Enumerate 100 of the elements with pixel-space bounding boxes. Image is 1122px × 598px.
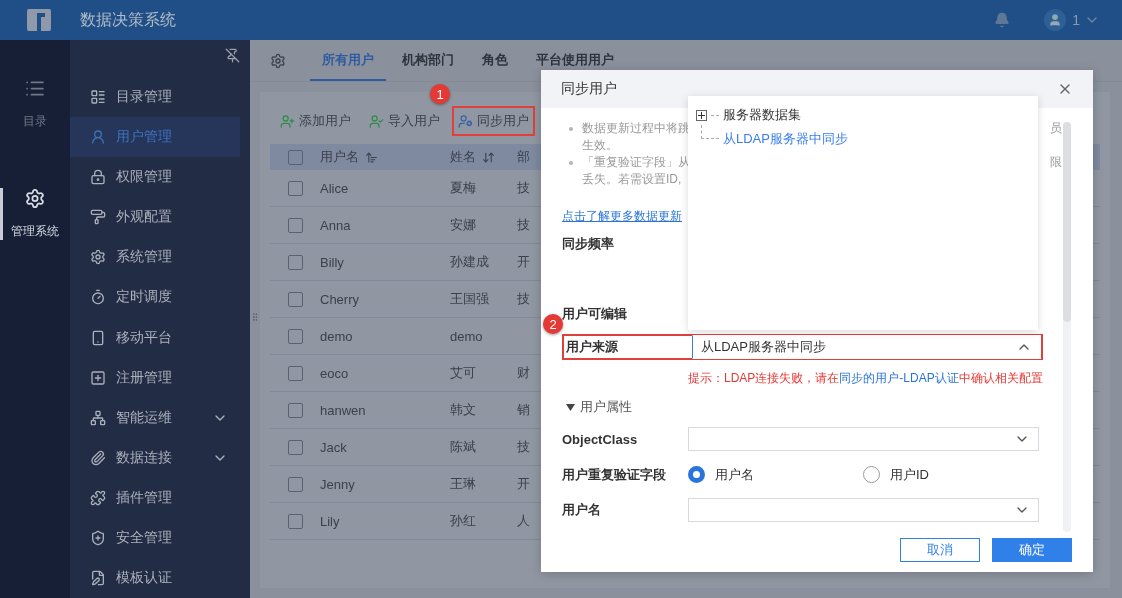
sidebar-item[interactable]: 目录管理	[70, 77, 240, 118]
scrollbar[interactable]	[1063, 122, 1071, 532]
note-text: 限	[1050, 154, 1062, 171]
select-field[interactable]: 从LDAP服务器中同步	[692, 335, 1041, 359]
radio-label: 用户名	[715, 465, 754, 484]
radio-button[interactable]	[863, 466, 880, 483]
list-icon	[90, 89, 106, 106]
square-plus-icon	[90, 369, 106, 386]
table-cell-text: 艾可	[450, 364, 477, 382]
table-cell-text: 开	[517, 253, 531, 271]
caret-down-icon[interactable]	[566, 403, 575, 411]
hint-link[interactable]: 同步的用户-LDAP认证	[839, 370, 959, 385]
field-label: 用户重复验证字段	[562, 465, 667, 484]
table-cell-text: 韩文	[450, 401, 477, 419]
checkbox[interactable]	[287, 217, 303, 233]
table-cell-text: 技	[517, 216, 531, 234]
sidebar-item[interactable]: 定时调度	[70, 277, 240, 318]
drag-handle-icon[interactable]	[250, 312, 260, 322]
table-cell-text: eoco	[320, 365, 350, 381]
sidebar-item[interactable]: 数据连接	[70, 437, 240, 478]
tree-item[interactable]: 服务器数据集	[696, 103, 1030, 127]
field-label: ObjectClass	[562, 431, 639, 447]
gear-icon	[90, 249, 106, 266]
file-pen-icon	[90, 569, 106, 586]
toolbar-button[interactable]: 同步用户	[452, 106, 535, 136]
table-cell-text: 人	[517, 512, 531, 530]
sidebar-item[interactable]: 插件管理	[70, 477, 240, 518]
plus-box-icon[interactable]	[696, 109, 707, 121]
column-header[interactable]: 姓名	[450, 148, 476, 166]
step-badge: 1	[430, 84, 450, 104]
user-gear-icon	[458, 113, 473, 129]
checkbox[interactable]	[287, 328, 303, 344]
bullet	[569, 126, 573, 131]
radio-button[interactable]	[688, 466, 705, 483]
table-cell-text: 安娜	[450, 216, 477, 234]
table-cell-text: Lily	[320, 513, 341, 529]
sidebar-item[interactable]: 外观配置	[70, 197, 240, 238]
puzzle-icon	[90, 489, 106, 506]
sort-icon[interactable]	[482, 150, 495, 164]
checkbox[interactable]	[287, 513, 303, 529]
sidebar-item[interactable]: 移动平台	[70, 317, 240, 358]
tree-item[interactable]: 从LDAP服务器中同步	[696, 127, 1030, 151]
checkbox[interactable]	[287, 402, 303, 418]
checkbox[interactable]	[287, 149, 303, 165]
select-field[interactable]	[688, 427, 1039, 451]
app-title: 数据决策系统	[80, 9, 177, 30]
tab[interactable]: 角色	[470, 40, 520, 81]
shield-plus-icon	[90, 529, 106, 546]
confirm-button[interactable]: 确定	[992, 538, 1072, 562]
timer-icon	[90, 289, 106, 306]
lock-icon	[90, 169, 106, 186]
table-cell-text: hanwen	[320, 402, 367, 418]
sidebar-item[interactable]: 系统管理	[70, 237, 240, 278]
user-plus-icon	[280, 113, 295, 129]
checkbox[interactable]	[287, 291, 303, 307]
sidebar-item[interactable]: 注册管理	[70, 357, 240, 398]
table-cell-text: Jenny	[320, 476, 356, 492]
rail-item[interactable]: 目录	[0, 78, 70, 130]
table-cell-text: 销	[517, 401, 531, 419]
radio-label: 用户ID	[890, 465, 929, 484]
table-cell-text: 财	[517, 364, 531, 382]
note-text: 生效。	[582, 137, 618, 154]
sidebar-item[interactable]: 用户管理	[70, 117, 240, 158]
table-cell-text: Cherry	[320, 291, 360, 307]
field-label: 用户来源	[566, 338, 619, 356]
toolbar-button[interactable]: 导入用户	[363, 106, 446, 136]
checkbox[interactable]	[287, 254, 303, 270]
dialog-title: 同步用户	[561, 80, 617, 98]
table-cell-text: 孙红	[450, 512, 477, 530]
table-cell-text: 技	[517, 438, 531, 456]
tab[interactable]: 机构部门	[390, 40, 466, 81]
table-cell-text: 开	[517, 475, 531, 493]
user-name[interactable]: 1	[1072, 12, 1080, 28]
table-cell-text: demo	[320, 328, 354, 344]
checkbox[interactable]	[287, 180, 303, 196]
checkbox[interactable]	[287, 365, 303, 381]
sort-icon[interactable]	[365, 150, 378, 164]
table-cell-text: 陈斌	[450, 438, 477, 456]
logo-icon	[26, 7, 52, 33]
checkbox[interactable]	[287, 476, 303, 492]
help-link[interactable]: 点击了解更多数据更新	[562, 208, 682, 225]
table-cell-text: 王琳	[450, 475, 477, 493]
column-header[interactable]: 用户名	[320, 148, 359, 166]
sidebar-item[interactable]: 权限管理	[70, 157, 240, 198]
toolbar-button[interactable]: 添加用户	[274, 106, 357, 136]
sidebar-item[interactable]: 模板认证	[70, 557, 240, 598]
table-cell-text: demo	[450, 328, 484, 344]
unpin-icon[interactable]	[225, 48, 240, 63]
checkbox[interactable]	[287, 439, 303, 455]
select-field[interactable]	[688, 498, 1039, 522]
column-header[interactable]: 部	[517, 148, 530, 166]
sidebar-item[interactable]: 安全管理	[70, 517, 240, 558]
avatar[interactable]	[1044, 9, 1067, 31]
settings-icon[interactable]	[270, 52, 286, 69]
sidebar-item[interactable]: 智能运维	[70, 397, 240, 438]
bell-icon[interactable]	[994, 12, 1011, 28]
section-title: 用户属性	[580, 398, 632, 416]
field-label: 用户可编辑	[562, 305, 628, 323]
table-cell-text: 技	[517, 290, 531, 308]
cancel-button[interactable]: 取消	[900, 538, 980, 562]
